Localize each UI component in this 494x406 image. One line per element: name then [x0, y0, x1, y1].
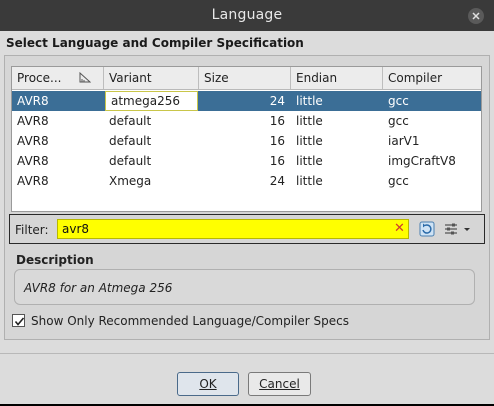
cell-compiler: gcc	[388, 174, 409, 188]
recommended-only-label[interactable]: Show Only Recommended Language/Compiler …	[31, 314, 349, 328]
checkmark-icon	[14, 317, 25, 326]
button-bar-separator	[0, 353, 494, 354]
cancel-button[interactable]: Cancel	[248, 372, 311, 396]
filter-config-icon[interactable]	[444, 222, 472, 236]
table-header: Proce... Variant Size Endian Compiler	[12, 67, 481, 90]
clear-filter-icon[interactable]: ✕	[394, 222, 405, 235]
page-title: Select Language and Compiler Specificati…	[6, 36, 304, 50]
refresh-icon[interactable]	[419, 221, 435, 237]
column-header-processor[interactable]: Proce...	[12, 67, 104, 89]
cell-processor: AVR8	[17, 174, 49, 188]
cell-compiler: gcc	[388, 94, 409, 108]
ok-button[interactable]: OK	[177, 372, 239, 396]
cell-variant-editor[interactable]: atmega256	[105, 91, 198, 111]
table-row[interactable]: AVR8 atmega256 24 little gcc	[12, 91, 481, 111]
cell-processor: AVR8	[17, 154, 49, 168]
cell-variant: default	[109, 114, 152, 128]
cell-endian: little	[296, 134, 323, 148]
filter-bar: Filter: ✕	[9, 214, 485, 244]
table-row[interactable]: AVR8 Xmega 24 little gcc	[12, 171, 481, 191]
description-text: AVR8 for an Atmega 256	[24, 281, 173, 295]
filter-input[interactable]	[57, 219, 409, 239]
window-title: Language	[211, 7, 283, 23]
cell-compiler: gcc	[388, 114, 409, 128]
cell-variant: default	[109, 154, 152, 168]
column-header-compiler[interactable]: Compiler	[383, 67, 481, 89]
language-dialog: Language Select Language and Compiler Sp…	[0, 0, 494, 404]
cell-size: 16	[269, 134, 285, 148]
column-header-variant[interactable]: Variant	[104, 67, 199, 89]
cell-size: 16	[269, 154, 285, 168]
column-header-size[interactable]: Size	[199, 67, 291, 89]
cell-compiler: imgCraftV8	[388, 154, 456, 168]
cell-endian: little	[296, 114, 323, 128]
cell-processor: AVR8	[17, 94, 49, 108]
column-header-endian[interactable]: Endian	[291, 67, 383, 89]
close-icon	[472, 12, 480, 20]
cell-size: 24	[269, 94, 285, 108]
cell-compiler: iarV1	[388, 134, 420, 148]
description-heading: Description	[16, 253, 94, 267]
language-table[interactable]: Proce... Variant Size Endian Compiler AV…	[11, 66, 482, 212]
table-row[interactable]: AVR8 default 16 little gcc	[12, 111, 481, 131]
table-row[interactable]: AVR8 default 16 little iarV1	[12, 131, 481, 151]
title-bar[interactable]: Language	[0, 0, 494, 31]
close-button[interactable]	[468, 8, 484, 24]
cell-variant: default	[109, 134, 152, 148]
recommended-only-checkbox[interactable]	[12, 314, 25, 327]
table-row[interactable]: AVR8 default 16 little imgCraftV8	[12, 151, 481, 171]
sort-ascending-icon	[79, 72, 91, 83]
cell-processor: AVR8	[17, 114, 49, 128]
description-box: AVR8 for an Atmega 256	[14, 269, 475, 305]
cell-size: 24	[269, 174, 285, 188]
cell-endian: little	[296, 94, 323, 108]
cell-endian: little	[296, 154, 323, 168]
cell-endian: little	[296, 174, 323, 188]
cell-variant: Xmega	[109, 174, 152, 188]
filter-label: Filter:	[15, 223, 49, 237]
cell-size: 16	[269, 114, 285, 128]
cell-processor: AVR8	[17, 134, 49, 148]
